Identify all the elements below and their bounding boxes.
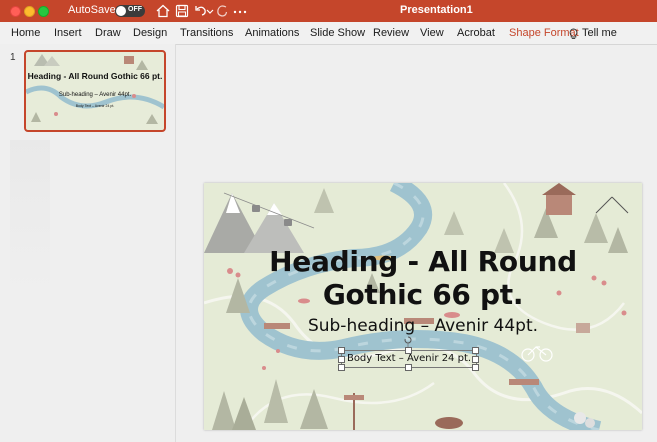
redo-icon[interactable] (214, 3, 230, 19)
maximize-window-button[interactable] (38, 6, 49, 17)
close-window-button[interactable] (10, 6, 21, 17)
save-icon[interactable] (174, 3, 190, 19)
resize-handle-top[interactable] (405, 347, 412, 354)
slide-number: 1 (10, 52, 16, 63)
resize-handle-right[interactable] (472, 356, 479, 363)
tab-slide-show[interactable]: Slide Show (310, 27, 365, 39)
tab-review[interactable]: Review (373, 27, 409, 39)
autosave-state: OFF (128, 6, 142, 13)
slide-canvas[interactable]: Heading - All Round Gothic 66 pt. Sub-he… (204, 183, 642, 430)
slide-heading-line1: Heading - All Round (269, 245, 577, 278)
title-bar: AutoSave OFF Presentation1 (0, 0, 657, 22)
pane-shadow (10, 140, 50, 290)
slide-thumbnail-1[interactable]: Heading - All Round Gothic 66 pt. Sub-he… (24, 50, 166, 132)
tab-draw[interactable]: Draw (95, 27, 121, 39)
resize-handle-top-right[interactable] (472, 347, 479, 354)
more-icon[interactable] (232, 3, 248, 19)
slide-subheading[interactable]: Sub-heading – Avenir 44pt. (204, 316, 642, 336)
tab-home[interactable]: Home (11, 27, 40, 39)
thumbnail-illustration (26, 54, 164, 124)
tab-insert[interactable]: Insert (54, 27, 82, 39)
tell-me-search[interactable]: Tell me (582, 27, 617, 39)
slide-heading-line2: Gothic 66 pt. (322, 278, 524, 311)
resize-handle-left[interactable] (338, 356, 345, 363)
tab-acrobat[interactable]: Acrobat (457, 27, 495, 39)
tab-view[interactable]: View (420, 27, 444, 39)
resize-handle-bottom-right[interactable] (472, 364, 479, 371)
lightbulb-icon[interactable] (568, 27, 579, 39)
autosave-toggle[interactable]: OFF (115, 5, 145, 17)
resize-handle-top-left[interactable] (338, 347, 345, 354)
thumbnail-subheading: Sub-heading – Avenir 44pt. (58, 92, 132, 98)
rotate-handle-icon[interactable] (403, 335, 413, 347)
tab-animations[interactable]: Animations (245, 27, 299, 39)
home-icon[interactable] (155, 3, 171, 19)
document-title: Presentation1 (400, 4, 473, 16)
slide-body-text: Body Text – Avenir 24 pt. (346, 353, 472, 364)
toggle-knob (116, 6, 126, 16)
undo-dropdown-icon[interactable] (206, 3, 214, 19)
autosave-label: AutoSave (68, 4, 116, 16)
slide-heading[interactable]: Heading - All Round Gothic 66 pt. (204, 245, 642, 311)
thumbnail-heading: Heading - All Round Gothic 66 pt. (27, 71, 163, 81)
ribbon-tab-bar: Home Insert Draw Design Transitions Anim… (0, 22, 657, 45)
thumbnail-body: Body Text – Avenir 24 pt. (75, 104, 115, 108)
tab-transitions[interactable]: Transitions (180, 27, 233, 39)
minimize-window-button[interactable] (24, 6, 35, 17)
tab-design[interactable]: Design (133, 27, 167, 39)
resize-handle-bottom[interactable] (405, 364, 412, 371)
resize-handle-bottom-left[interactable] (338, 364, 345, 371)
